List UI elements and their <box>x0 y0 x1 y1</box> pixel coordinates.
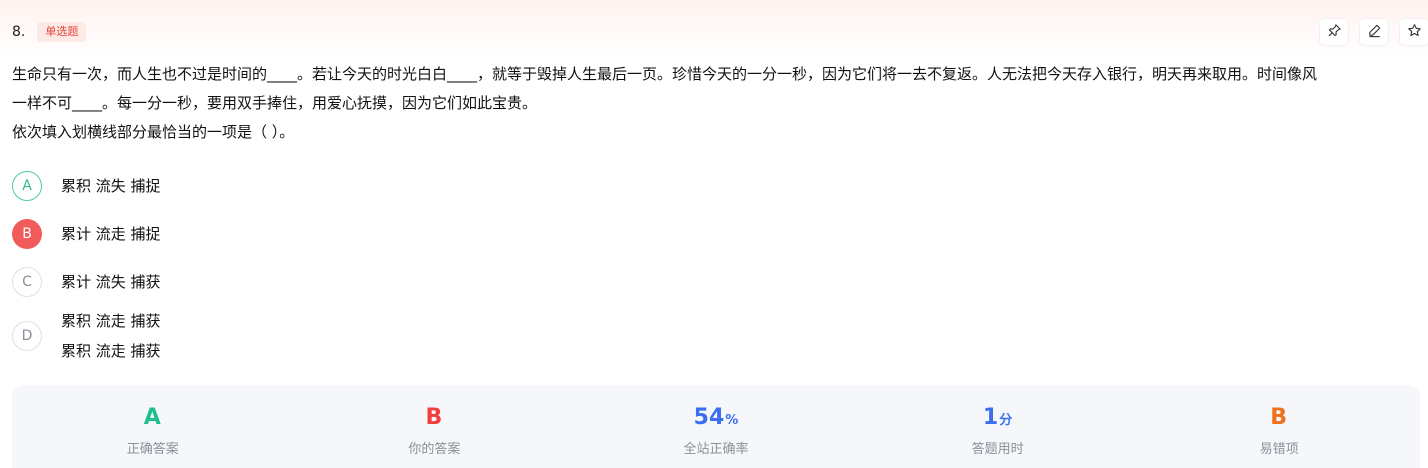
option-text: 累积 流失 捕捉 <box>61 177 161 195</box>
stem-line: 依次填入划横线部分最恰当的一项是（ ）。 <box>12 123 295 141</box>
question-stem: 生命只有一次，而人生也不过是时间的____。若让今天的时光白白____，就等于毁… <box>12 60 1418 147</box>
stat-site-accuracy: 54% 全站正确率 <box>575 385 857 468</box>
question-number: 8. <box>12 24 26 40</box>
option-list: A 累积 流失 捕捉 B 累计 流走 捕捉 C 累计 流失 捕获 D 累积 流走… <box>12 162 1012 366</box>
stat-value: A <box>144 405 162 431</box>
stat-label: 易错项 <box>1259 442 1299 457</box>
stat-number: B <box>1270 405 1288 430</box>
pin-button[interactable] <box>1320 19 1348 45</box>
option-b[interactable]: B 累计 流走 捕捉 <box>12 210 1012 258</box>
option-text: 累计 流失 捕获 <box>61 273 161 291</box>
option-letter-badge: C <box>12 267 42 297</box>
star-icon <box>1407 23 1422 42</box>
stat-unit: % <box>725 413 739 428</box>
toolbar <box>1320 19 1428 45</box>
option-letter-badge: A <box>12 171 42 201</box>
option-text: 累计 流走 捕捉 <box>61 225 161 243</box>
option-c[interactable]: C 累计 流失 捕获 <box>12 258 1012 306</box>
stat-value: 54% <box>694 405 739 431</box>
stem-line: 生命只有一次，而人生也不过是时间的____。若让今天的时光白白____，就等于毁… <box>12 65 1318 83</box>
favorite-button[interactable] <box>1400 19 1428 45</box>
answer-stats-panel: A 正确答案 B 你的答案 54% 全站正确率 1分 答题用时 B 易错项 <box>12 385 1420 468</box>
stem-line: 一样不可____。每一分一秒，要用双手捧住，用爱心抚摸，因为它们如此宝贵。 <box>12 94 538 112</box>
option-text: 累积 流走 捕获 <box>61 312 161 330</box>
stat-label: 你的答案 <box>408 442 461 457</box>
question-header: 8. 单选题 <box>12 21 87 43</box>
stat-value: B <box>426 405 444 431</box>
stat-unit: 分 <box>999 413 1013 428</box>
option-text-repeat: 累积 流走 捕获 <box>61 342 161 360</box>
stat-label: 答题用时 <box>971 442 1024 457</box>
option-letter-badge: D <box>12 321 42 351</box>
stat-value: 1分 <box>983 405 1012 431</box>
stat-common-mistake: B 易错项 <box>1138 385 1420 468</box>
stat-time-used: 1分 答题用时 <box>857 385 1139 468</box>
stat-label: 正确答案 <box>126 442 179 457</box>
pin-icon <box>1327 23 1342 42</box>
question-card: 8. 单选题 生命只有一次，而人生也不过是时间的____。若让今天的时光白白__… <box>0 0 1428 468</box>
stat-number: 54 <box>693 405 725 430</box>
option-letter-badge: B <box>12 219 42 249</box>
option-d[interactable]: D 累积 流走 捕获 累积 流走 捕获 <box>12 306 1012 366</box>
stat-value: B <box>1270 405 1288 431</box>
stat-number: B <box>425 405 443 430</box>
stat-label: 全站正确率 <box>683 442 749 457</box>
stat-number: 1 <box>982 405 999 430</box>
edit-note-button[interactable] <box>1360 19 1388 45</box>
stat-correct-answer: A 正确答案 <box>12 385 294 468</box>
stat-your-answer: B 你的答案 <box>294 385 576 468</box>
question-type-badge: 单选题 <box>37 22 87 42</box>
edit-icon <box>1367 23 1382 42</box>
stat-number: A <box>143 405 161 430</box>
option-a[interactable]: A 累积 流失 捕捉 <box>12 162 1012 210</box>
